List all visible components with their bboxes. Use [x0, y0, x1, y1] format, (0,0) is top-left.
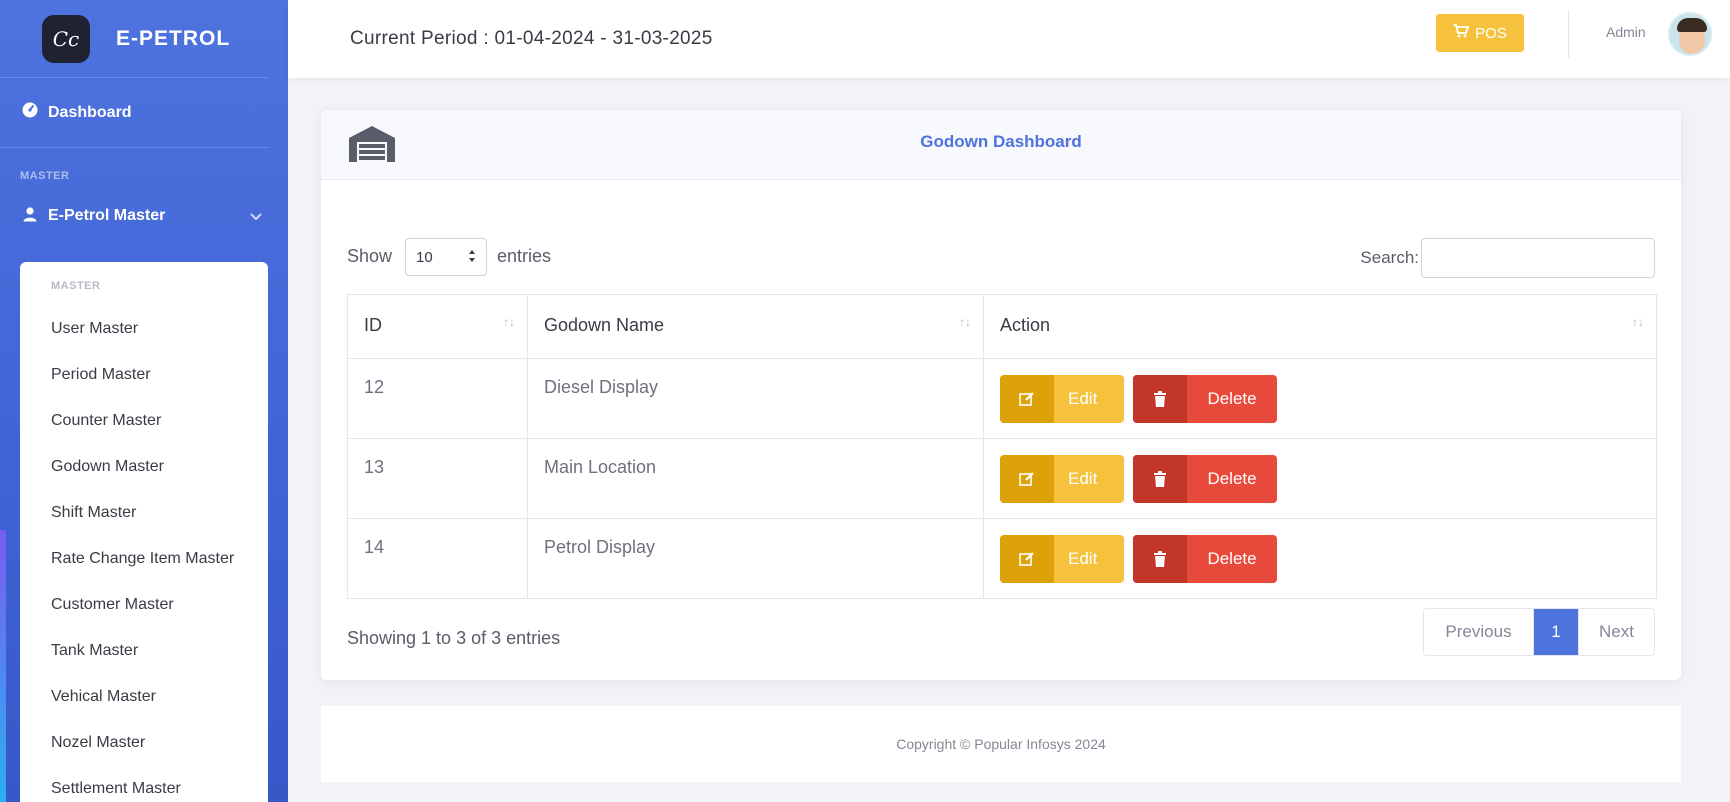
column-header-label: ID	[364, 315, 382, 335]
table-controls: Show 10 entries Search:	[347, 238, 1655, 278]
avatar[interactable]	[1668, 12, 1712, 56]
sort-icon: ↑↓	[959, 315, 971, 329]
cell-godown-name: Diesel Display	[527, 358, 984, 439]
sidebar-submenu: MASTER User Master Period Master Counter…	[20, 262, 268, 802]
copyright-text: Copyright © Popular Infosys 2024	[896, 736, 1106, 752]
pos-button-label: POS	[1475, 24, 1507, 42]
search-label: Search:	[1360, 248, 1419, 267]
edit-button[interactable]: Edit	[1000, 535, 1124, 583]
page-length-value: 10	[416, 248, 433, 266]
sidebar-section-heading: MASTER	[20, 170, 70, 182]
table-header-row: ID ↑↓ Godown Name ↑↓ Action ↑↓	[347, 294, 1657, 359]
column-header-action[interactable]: Action ↑↓	[983, 294, 1657, 359]
entries-label: entries	[497, 246, 552, 266]
table-info: Showing 1 to 3 of 3 entries	[347, 628, 561, 648]
sidebar-item-e-petrol-master[interactable]: E-Petrol Master	[0, 188, 288, 244]
page-1-button[interactable]: 1	[1534, 609, 1578, 655]
topbar-divider	[1568, 10, 1569, 58]
avatar-hair	[1677, 18, 1707, 32]
sidebar-item-dashboard[interactable]: Dashboard	[0, 78, 268, 148]
card-title: Godown Dashboard	[920, 132, 1082, 151]
brand-name: E-PETROL	[116, 26, 231, 50]
delete-button[interactable]: Delete	[1133, 455, 1278, 503]
submenu-item-godown-master[interactable]: Godown Master	[20, 444, 268, 490]
cell-action: Edit Delete	[983, 518, 1657, 599]
next-page-button[interactable]: Next	[1578, 609, 1654, 655]
column-header-id[interactable]: ID ↑↓	[347, 294, 528, 359]
column-header-label: Action	[1000, 315, 1051, 335]
brand[interactable]: Cc E-PETROL	[0, 0, 268, 78]
user-icon	[22, 206, 38, 227]
edit-button-label: Edit	[1068, 389, 1098, 408]
pagination: Previous 1 Next	[1423, 608, 1655, 656]
sidebar-item-label: E-Petrol Master	[48, 207, 166, 224]
submenu-item-period-master[interactable]: Period Master	[20, 352, 268, 398]
edit-button-label: Edit	[1068, 549, 1098, 568]
sidebar: Cc E-PETROL Dashboard MASTER E-Petrol Ma…	[0, 0, 288, 802]
cell-action: Edit Delete	[983, 358, 1657, 439]
cart-icon	[1453, 24, 1470, 42]
delete-button[interactable]: Delete	[1133, 535, 1278, 583]
table-row: 13 Main Location Edit Delete	[347, 438, 1657, 519]
edit-button[interactable]: Edit	[1000, 375, 1124, 423]
submenu-item-customer-master[interactable]: Customer Master	[20, 582, 268, 628]
edit-button-label: Edit	[1068, 469, 1098, 488]
edit-icon	[1000, 535, 1054, 583]
edit-icon	[1000, 375, 1054, 423]
submenu-heading: MASTER	[51, 280, 101, 292]
submenu-item-shift-master[interactable]: Shift Master	[20, 490, 268, 536]
column-header-godown-name[interactable]: Godown Name ↑↓	[527, 294, 984, 359]
tachometer-icon	[22, 102, 38, 123]
user-name[interactable]: Admin	[1606, 24, 1646, 40]
submenu-item-settlement-master[interactable]: Settlement Master	[20, 766, 268, 802]
trash-icon	[1133, 375, 1188, 423]
cell-godown-name: Main Location	[527, 438, 984, 519]
select-arrows-icon	[468, 249, 476, 266]
table-row: 12 Diesel Display Edit Delete	[347, 358, 1657, 439]
cell-godown-name: Petrol Display	[527, 518, 984, 599]
godown-table: ID ↑↓ Godown Name ↑↓ Action ↑↓ 12 Diesel…	[347, 294, 1657, 599]
godown-card: Godown Dashboard Show 10 entries Search:…	[321, 110, 1681, 680]
submenu-item-vehical-master[interactable]: Vehical Master	[20, 674, 268, 720]
submenu-item-rate-change-item-master[interactable]: Rate Change Item Master	[20, 536, 268, 582]
search-input[interactable]	[1421, 238, 1655, 278]
column-header-label: Godown Name	[544, 315, 665, 335]
page-length-select[interactable]: 10	[405, 238, 487, 276]
delete-button-label: Delete	[1207, 469, 1257, 488]
sort-icon: ↑↓	[503, 315, 515, 329]
submenu-item-tank-master[interactable]: Tank Master	[20, 628, 268, 674]
brand-logo: Cc	[42, 14, 90, 63]
delete-button-label: Delete	[1207, 549, 1257, 568]
submenu-item-user-master[interactable]: User Master	[20, 306, 268, 352]
cell-id: 13	[347, 438, 528, 519]
chevron-down-icon	[250, 208, 262, 224]
submenu-item-counter-master[interactable]: Counter Master	[20, 398, 268, 444]
delete-button[interactable]: Delete	[1133, 375, 1278, 423]
edit-icon	[1000, 455, 1054, 503]
cell-id: 12	[347, 358, 528, 439]
footer: Copyright © Popular Infosys 2024	[321, 706, 1681, 782]
window-edge-stripe	[0, 530, 6, 802]
submenu-item-nozel-master[interactable]: Nozel Master	[20, 720, 268, 766]
edit-button[interactable]: Edit	[1000, 455, 1124, 503]
card-header: Godown Dashboard	[321, 110, 1681, 180]
delete-button-label: Delete	[1207, 389, 1257, 408]
trash-icon	[1133, 455, 1188, 503]
table-row: 14 Petrol Display Edit Delete	[347, 518, 1657, 599]
sidebar-item-label: Dashboard	[48, 103, 132, 121]
current-period-text: Current Period : 01-04-2024 - 31-03-2025	[350, 28, 713, 49]
previous-page-button[interactable]: Previous	[1424, 609, 1534, 655]
show-label: Show	[347, 246, 393, 266]
cell-action: Edit Delete	[983, 438, 1657, 519]
sort-icon: ↑↓	[1632, 315, 1644, 329]
pos-button[interactable]: POS	[1436, 14, 1524, 52]
topbar: Current Period : 01-04-2024 - 31-03-2025…	[288, 0, 1730, 78]
cell-id: 14	[347, 518, 528, 599]
trash-icon	[1133, 535, 1188, 583]
